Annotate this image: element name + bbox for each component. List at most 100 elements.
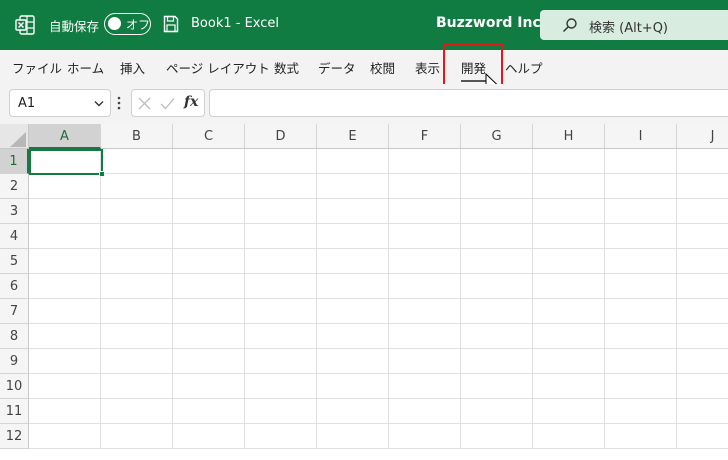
cell-d1[interactable]: [245, 149, 317, 174]
cell-d7[interactable]: [245, 299, 317, 324]
cell-a5[interactable]: [29, 249, 101, 274]
tab-view[interactable]: 表示: [415, 58, 440, 77]
column-header-b[interactable]: B: [101, 124, 173, 149]
cell-f4[interactable]: [389, 224, 461, 249]
column-header-f[interactable]: F: [389, 124, 461, 149]
cell-d9[interactable]: [245, 349, 317, 374]
cell-f3[interactable]: [389, 199, 461, 224]
row-header-2[interactable]: 2: [0, 174, 29, 199]
cell-e7[interactable]: [317, 299, 389, 324]
cell-h12[interactable]: [533, 424, 605, 449]
cell-a4[interactable]: [29, 224, 101, 249]
cell-g11[interactable]: [461, 399, 533, 424]
cell-g12[interactable]: [461, 424, 533, 449]
cell-i4[interactable]: [605, 224, 677, 249]
cell-j11[interactable]: [677, 399, 728, 424]
cell-b9[interactable]: [101, 349, 173, 374]
cell-b7[interactable]: [101, 299, 173, 324]
cell-j1[interactable]: [677, 149, 728, 174]
cell-c5[interactable]: [173, 249, 245, 274]
tab-page-layout[interactable]: ページ レイアウト: [166, 58, 270, 77]
cell-a3[interactable]: [29, 199, 101, 224]
cell-h6[interactable]: [533, 274, 605, 299]
row-header-4[interactable]: 4: [0, 224, 29, 249]
cell-f8[interactable]: [389, 324, 461, 349]
cell-e12[interactable]: [317, 424, 389, 449]
cell-g1[interactable]: [461, 149, 533, 174]
cell-d12[interactable]: [245, 424, 317, 449]
cell-e9[interactable]: [317, 349, 389, 374]
fx-icon[interactable]: fx: [184, 94, 198, 110]
cell-e1[interactable]: [317, 149, 389, 174]
cell-a8[interactable]: [29, 324, 101, 349]
row-header-5[interactable]: 5: [0, 249, 29, 274]
excel-icon[interactable]: [15, 15, 35, 35]
cell-e3[interactable]: [317, 199, 389, 224]
cell-g5[interactable]: [461, 249, 533, 274]
cell-d4[interactable]: [245, 224, 317, 249]
autosave-toggle[interactable]: オフ: [104, 13, 151, 35]
cell-b10[interactable]: [101, 374, 173, 399]
select-all-corner[interactable]: [0, 124, 29, 149]
cell-b8[interactable]: [101, 324, 173, 349]
fill-handle[interactable]: [99, 171, 105, 177]
cell-a11[interactable]: [29, 399, 101, 424]
column-header-c[interactable]: C: [173, 124, 245, 149]
cell-f10[interactable]: [389, 374, 461, 399]
cell-e6[interactable]: [317, 274, 389, 299]
row-header-12[interactable]: 12: [0, 424, 29, 449]
cell-f1[interactable]: [389, 149, 461, 174]
cell-e2[interactable]: [317, 174, 389, 199]
cell-e5[interactable]: [317, 249, 389, 274]
cell-e4[interactable]: [317, 224, 389, 249]
row-header-8[interactable]: 8: [0, 324, 29, 349]
tab-home[interactable]: ホーム: [67, 58, 104, 77]
cell-e8[interactable]: [317, 324, 389, 349]
cell-i1[interactable]: [605, 149, 677, 174]
cell-g2[interactable]: [461, 174, 533, 199]
cell-b12[interactable]: [101, 424, 173, 449]
cell-i2[interactable]: [605, 174, 677, 199]
cell-i7[interactable]: [605, 299, 677, 324]
cell-h10[interactable]: [533, 374, 605, 399]
column-header-h[interactable]: H: [533, 124, 605, 149]
cell-d5[interactable]: [245, 249, 317, 274]
cell-e10[interactable]: [317, 374, 389, 399]
cell-d10[interactable]: [245, 374, 317, 399]
column-header-j[interactable]: J: [677, 124, 728, 149]
cell-j6[interactable]: [677, 274, 728, 299]
cell-h11[interactable]: [533, 399, 605, 424]
cell-h8[interactable]: [533, 324, 605, 349]
cell-g7[interactable]: [461, 299, 533, 324]
tab-formulas[interactable]: 数式: [274, 58, 299, 77]
cell-g6[interactable]: [461, 274, 533, 299]
row-header-11[interactable]: 11: [0, 399, 29, 424]
tab-file[interactable]: ファイル: [12, 58, 62, 77]
row-header-1[interactable]: 1: [0, 149, 29, 174]
cell-d8[interactable]: [245, 324, 317, 349]
cell-b4[interactable]: [101, 224, 173, 249]
cell-f12[interactable]: [389, 424, 461, 449]
cell-c1[interactable]: [173, 149, 245, 174]
cell-i8[interactable]: [605, 324, 677, 349]
column-header-d[interactable]: D: [245, 124, 317, 149]
cell-f7[interactable]: [389, 299, 461, 324]
cell-f2[interactable]: [389, 174, 461, 199]
cell-a7[interactable]: [29, 299, 101, 324]
row-header-3[interactable]: 3: [0, 199, 29, 224]
cell-j3[interactable]: [677, 199, 728, 224]
cell-f11[interactable]: [389, 399, 461, 424]
worksheet-grid[interactable]: A B C D E F G H I J 1 2 3 4 5 6 7 8 9 10 11 12: [0, 124, 728, 460]
tab-insert[interactable]: 挿入: [120, 58, 145, 77]
cell-h4[interactable]: [533, 224, 605, 249]
save-icon[interactable]: [163, 15, 179, 33]
cell-a2[interactable]: [29, 174, 101, 199]
cell-h5[interactable]: [533, 249, 605, 274]
column-header-g[interactable]: G: [461, 124, 533, 149]
cell-c7[interactable]: [173, 299, 245, 324]
cell-c9[interactable]: [173, 349, 245, 374]
check-icon[interactable]: [160, 97, 175, 110]
cell-b2[interactable]: [101, 174, 173, 199]
cell-h2[interactable]: [533, 174, 605, 199]
cell-c6[interactable]: [173, 274, 245, 299]
